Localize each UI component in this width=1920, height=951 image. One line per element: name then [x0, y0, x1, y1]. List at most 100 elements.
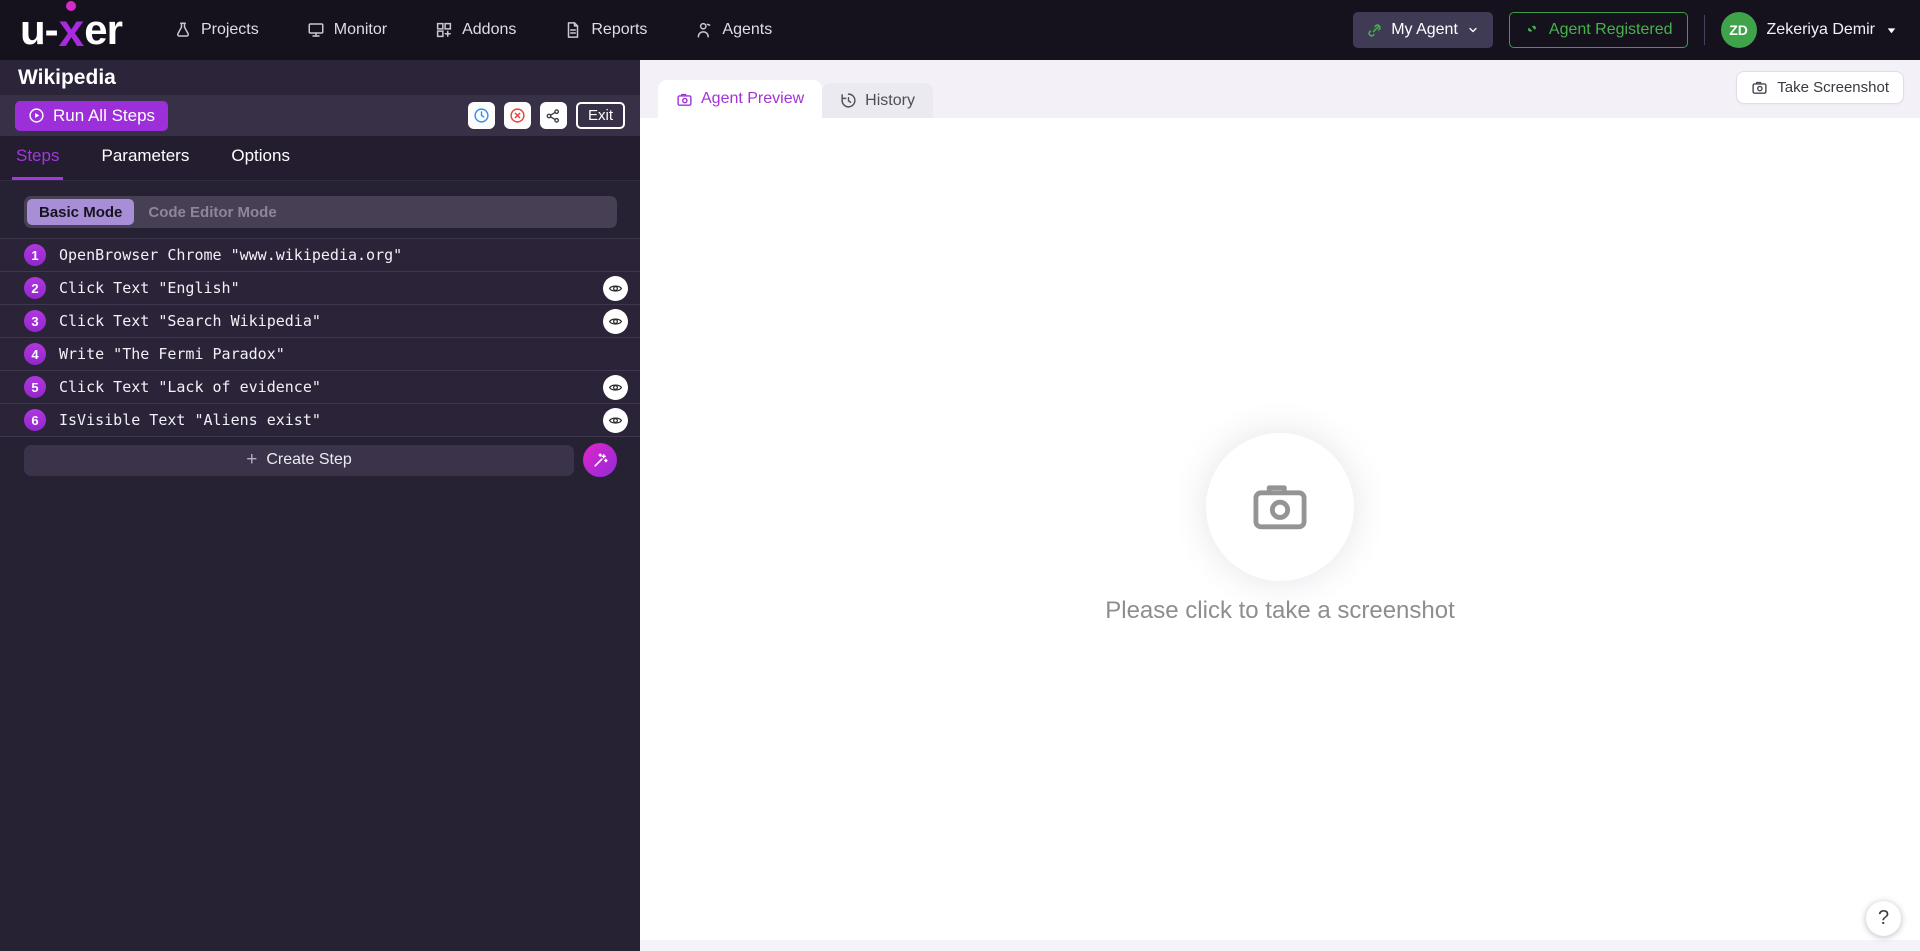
panel-tab-bar: Steps Parameters Options [0, 136, 640, 181]
step-number-badge: 5 [24, 376, 46, 398]
step-number-badge: 4 [24, 343, 46, 365]
eye-icon [608, 314, 623, 329]
screenshot-canvas[interactable]: Please click to take a screenshot [640, 118, 1920, 940]
nav-item-projects[interactable]: Projects [174, 21, 259, 39]
create-step-row: + Create Step [24, 443, 617, 477]
user-menu[interactable]: ZD Zekeriya Demir [1720, 12, 1898, 48]
preview-tab-bar: Agent Preview History Take Screenshot [640, 60, 1920, 118]
clock-icon [473, 107, 490, 124]
step-number-badge: 1 [24, 244, 46, 266]
my-agent-label: My Agent [1391, 21, 1458, 38]
user-name: Zekeriya Demir [1766, 21, 1875, 38]
agent-preview-panel: Agent Preview History Take Screenshot Pl… [640, 60, 1920, 951]
step-number-badge: 6 [24, 409, 46, 431]
my-agent-dropdown-button[interactable]: My Agent [1353, 12, 1493, 48]
eye-icon [608, 413, 623, 428]
nav-item-label: Agents [722, 21, 773, 38]
test-title: Wikipedia [18, 65, 116, 89]
run-all-steps-label: Run All Steps [53, 105, 156, 125]
schedule-button[interactable] [467, 102, 495, 129]
logo-text: u- [20, 6, 59, 53]
create-step-label: Create Step [266, 451, 352, 468]
tab-steps[interactable]: Steps [12, 146, 64, 180]
avatar: ZD [1720, 12, 1757, 48]
editor-toolbar: Run All Steps Exit [0, 95, 640, 136]
plus-icon: + [246, 449, 258, 470]
editor-mode-toggle: Basic Mode Code Editor Mode [24, 196, 617, 228]
link-icon [1367, 23, 1382, 38]
uxer-logo[interactable]: u-x er [20, 4, 123, 56]
agent-person-icon [695, 21, 713, 39]
camera-icon [1246, 473, 1314, 541]
step-number-badge: 2 [24, 277, 46, 299]
navbar-right-cluster: My Agent Agent Registered ZD Zekeriya De… [1353, 12, 1898, 48]
step-row-5[interactable]: 5 Click Text "Lack of evidence" [0, 371, 640, 404]
step-command: Click Text "Lack of evidence" [59, 378, 321, 396]
run-all-steps-button[interactable]: Run All Steps [15, 100, 169, 131]
step-row-2[interactable]: 2 Click Text "English" [0, 272, 640, 305]
agent-registered-button[interactable]: Agent Registered [1508, 12, 1688, 48]
take-screenshot-label: Take Screenshot [1777, 79, 1889, 96]
nav-item-addons[interactable]: Addons [435, 21, 516, 39]
step-command: IsVisible Text "Aliens exist" [59, 411, 321, 429]
step-command: Click Text "Search Wikipedia" [59, 312, 321, 330]
step-row-4[interactable]: 4 Write "The Fermi Paradox" [0, 338, 640, 371]
tab-label: Agent Preview [701, 90, 805, 107]
tab-history[interactable]: History [822, 83, 933, 118]
test-editor-panel: Wikipedia Run All Steps Exit Steps Param… [0, 60, 640, 951]
step-row-6[interactable]: 6 IsVisible Text "Aliens exist" [0, 404, 640, 437]
top-navbar: u-x er Projects Monitor Addons Reports A… [0, 0, 1920, 60]
nav-item-label: Monitor [333, 21, 388, 38]
step-command: OpenBrowser Chrome "www.wikipedia.org" [59, 246, 403, 264]
share-nodes-icon [545, 108, 561, 124]
step-command: Write "The Fermi Paradox" [59, 345, 285, 363]
logo-x-figure: x [58, 4, 85, 56]
share-button[interactable] [539, 102, 567, 129]
nav-item-label: Reports [591, 21, 648, 38]
nav-item-agents[interactable]: Agents [695, 21, 772, 39]
step-number-badge: 3 [24, 310, 46, 332]
eye-icon [608, 281, 623, 296]
code-editor-mode-button[interactable]: Code Editor Mode [148, 204, 276, 221]
create-step-button[interactable]: + Create Step [24, 444, 574, 476]
main-nav: Projects Monitor Addons Reports Agents [174, 21, 772, 39]
steps-list: 1 OpenBrowser Chrome "www.wikipedia.org"… [0, 238, 640, 437]
take-screenshot-button[interactable]: Take Screenshot [1736, 71, 1904, 104]
ai-wand-button[interactable] [583, 443, 617, 477]
tab-agent-preview[interactable]: Agent Preview [658, 80, 823, 118]
history-clock-icon [840, 92, 857, 109]
exit-button[interactable]: Exit [575, 102, 625, 129]
flask-icon [174, 21, 192, 39]
magic-wand-icon [592, 452, 609, 469]
step-preview-eye-button[interactable] [603, 374, 628, 400]
chevron-down-icon [1467, 24, 1479, 36]
plug-link-icon [1524, 22, 1540, 38]
nav-item-reports[interactable]: Reports [564, 21, 647, 39]
tab-label: History [865, 91, 915, 109]
report-file-icon [564, 21, 582, 39]
nav-item-label: Projects [200, 21, 259, 38]
play-circle-icon [28, 107, 45, 124]
step-preview-eye-button[interactable] [603, 275, 628, 301]
monitor-icon [307, 21, 325, 39]
camera-icon [1751, 79, 1768, 96]
nav-item-monitor[interactable]: Monitor [307, 21, 387, 39]
screenshot-circle-button[interactable] [1206, 433, 1354, 581]
step-row-1[interactable]: 1 OpenBrowser Chrome "www.wikipedia.org" [0, 239, 640, 272]
step-row-3[interactable]: 3 Click Text "Search Wikipedia" [0, 305, 640, 338]
agent-registered-label: Agent Registered [1548, 21, 1673, 38]
navbar-divider [1703, 15, 1705, 45]
stop-button[interactable] [503, 102, 531, 129]
test-title-row: Wikipedia [0, 60, 640, 95]
step-preview-eye-button[interactable] [603, 308, 628, 334]
screenshot-hint-text: Please click to take a screenshot [1105, 597, 1455, 624]
tab-parameters[interactable]: Parameters [97, 146, 193, 180]
caret-down-icon [1885, 24, 1898, 37]
help-button[interactable]: ? [1866, 901, 1901, 936]
tab-options[interactable]: Options [227, 146, 294, 180]
nav-item-label: Addons [462, 21, 517, 38]
basic-mode-button[interactable]: Basic Mode [27, 199, 135, 225]
step-preview-eye-button[interactable] [603, 407, 628, 433]
stop-circle-x-icon [509, 107, 526, 124]
logo-text: er [84, 6, 123, 53]
